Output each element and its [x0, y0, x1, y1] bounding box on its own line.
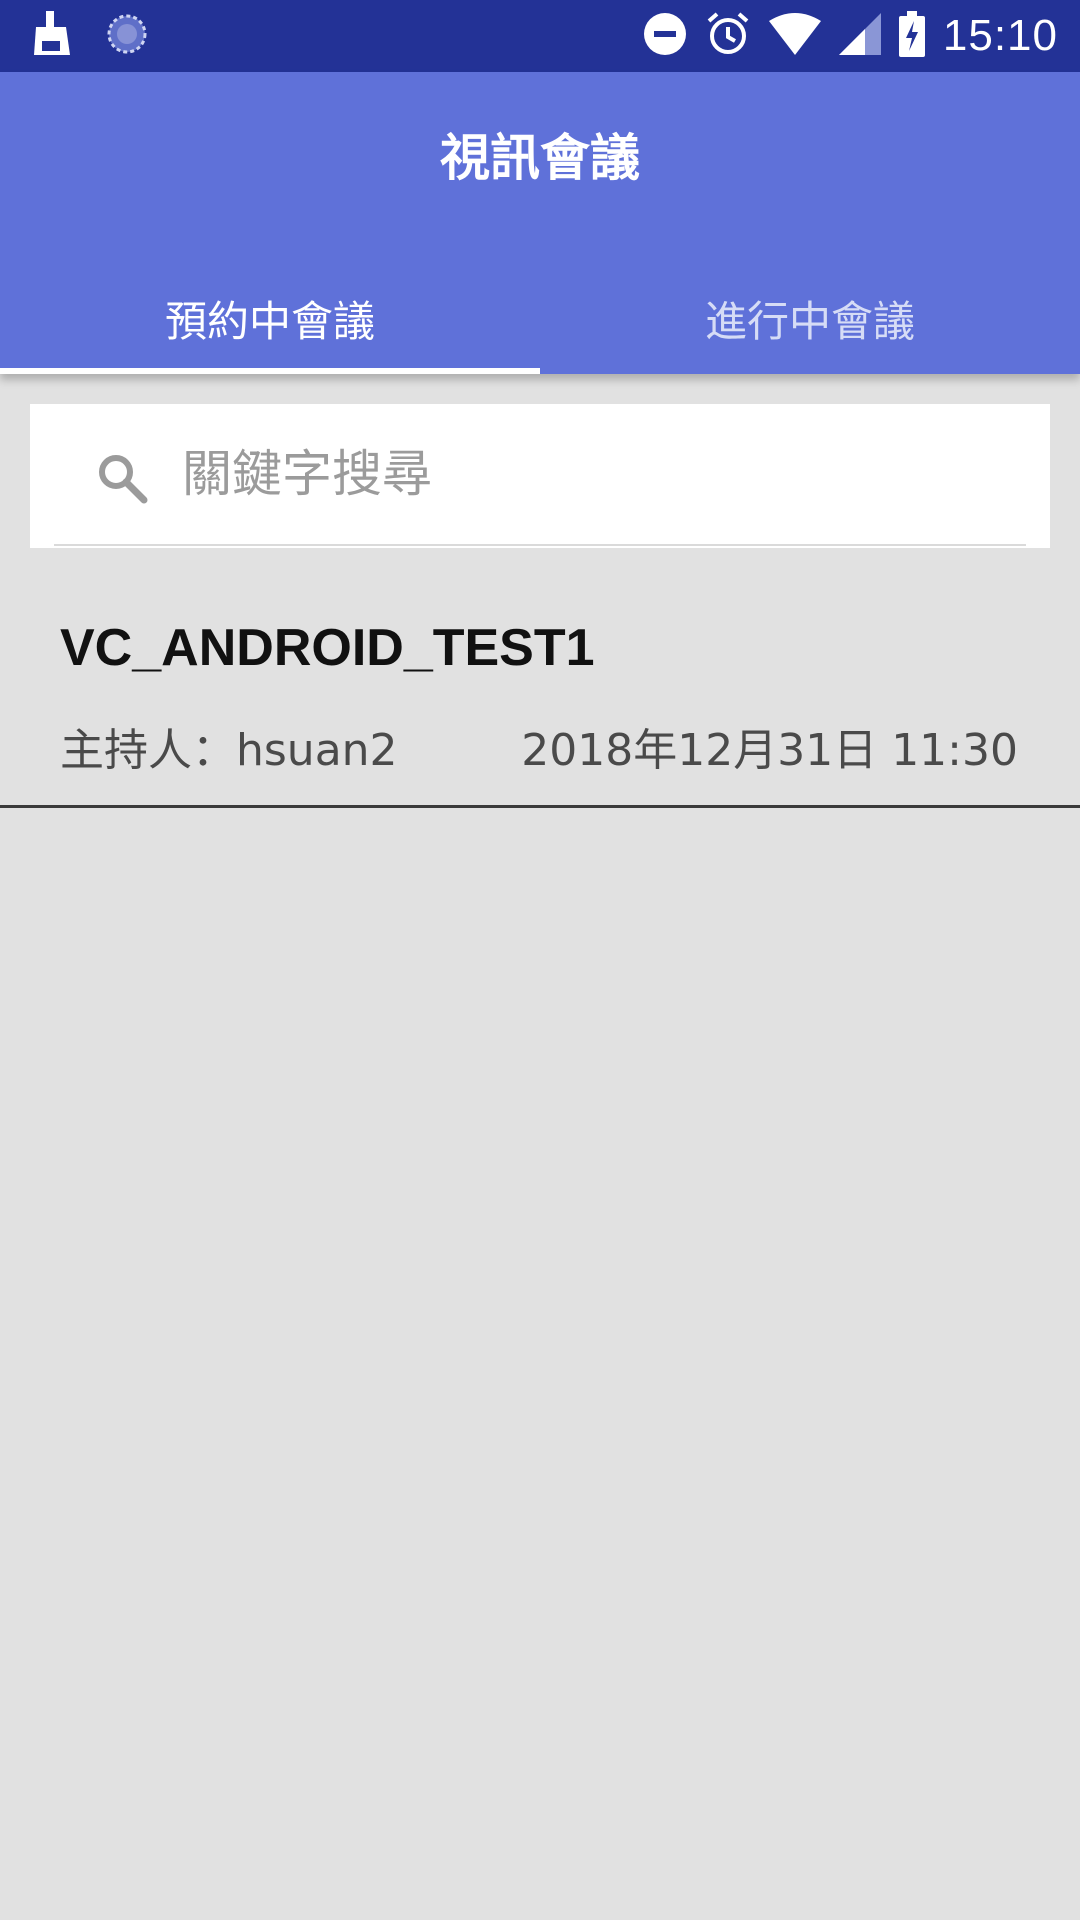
tab-label: 預約中會議	[164, 296, 375, 346]
battery-charging-icon	[898, 11, 925, 61]
status-time: 15:10	[942, 11, 1058, 60]
signal-icon	[838, 13, 881, 59]
tab-label: 進行中會議	[704, 296, 915, 346]
meeting-name: VC_ANDROID_TEST1	[60, 619, 595, 677]
alarm-icon	[705, 11, 751, 61]
list-item[interactable]: VC_ANDROID_TEST1 主持人：hsuan2 2018年12月31日 …	[0, 582, 1080, 808]
divider	[0, 805, 1080, 808]
search-icon	[96, 452, 148, 508]
status-left-icons	[32, 0, 148, 72]
app-bar: 視訊會議 預約中會議 進行中會議	[0, 72, 1080, 374]
meeting-datetime: 2018年12月31日 11:30	[521, 725, 1018, 776]
page-title: 視訊會議	[440, 129, 640, 187]
search-underline	[54, 544, 1026, 546]
status-right-icons: 15:10	[643, 0, 1058, 72]
cleaner-icon	[32, 11, 72, 61]
wifi-icon	[768, 13, 821, 59]
active-tab-indicator	[0, 368, 540, 374]
meeting-host: 主持人：hsuan2	[60, 725, 398, 776]
search-input[interactable]	[170, 428, 1010, 520]
status-bar: 15:10	[0, 0, 1080, 72]
tab-scheduled-meetings[interactable]: 預約中會議	[0, 262, 540, 374]
search-card	[30, 404, 1050, 548]
tab-bar: 預約中會議 進行中會議	[0, 262, 1080, 374]
do-not-disturb-icon	[643, 12, 687, 60]
tab-ongoing-meetings[interactable]: 進行中會議	[540, 262, 1080, 374]
loading-icon	[106, 13, 148, 59]
